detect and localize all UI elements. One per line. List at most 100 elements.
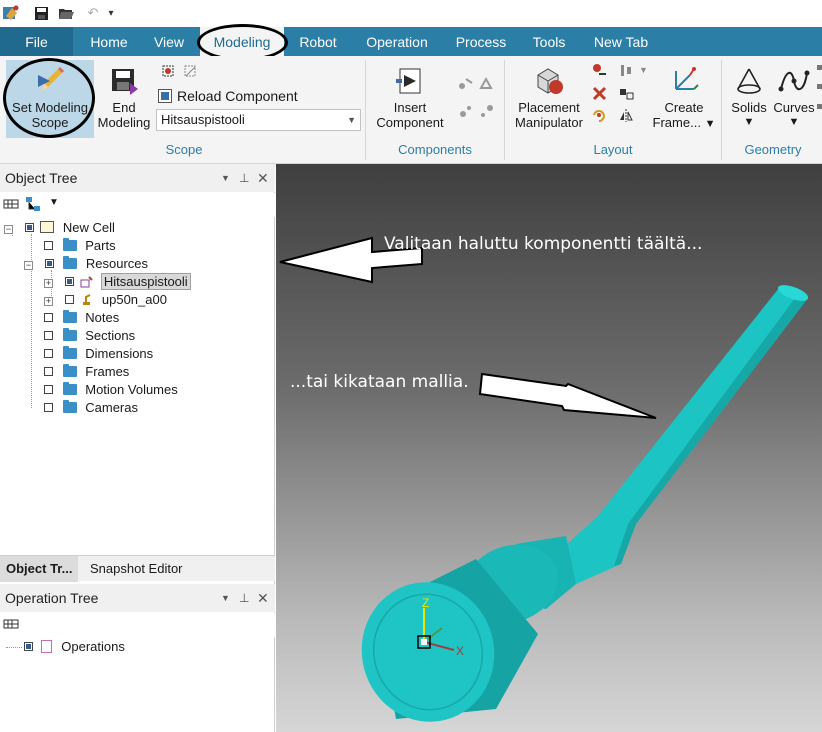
tab-modeling[interactable]: Modeling [200,27,284,56]
expand-icon[interactable]: + [44,297,53,306]
folder-icon [62,328,77,341]
align-icon[interactable] [618,62,635,79]
reload-component-button[interactable]: Reload Component [158,87,298,105]
visibility-checkbox[interactable] [44,367,53,376]
save-icon[interactable] [32,4,50,22]
insert-component-button[interactable]: Insert Component [368,62,452,130]
customize-icon[interactable]: ▾ [102,4,120,22]
select-component-icon[interactable] [160,63,177,80]
tab-robot[interactable]: Robot [290,27,346,56]
tree-filter-icon[interactable] [3,616,19,635]
visibility-checkbox[interactable] [44,241,53,250]
create-frame-label-2-text: Frame... [652,115,701,130]
tree-node-notes[interactable]: Notes [44,309,119,327]
solids-label: Solids [731,100,767,115]
ribbon-tabs: File Home View Modeling Robot Operation … [0,27,822,56]
tab-home[interactable]: Home [80,27,138,56]
tab-snapshot-editor[interactable]: Snapshot Editor [84,556,189,582]
visibility-checkbox[interactable] [44,313,53,322]
visibility-checkbox[interactable] [44,349,53,358]
tab-new-tab[interactable]: New Tab [584,27,658,56]
tab-view[interactable]: View [144,27,194,56]
graphic-viewer[interactable]: Valitaan haluttu komponentti täältä... .… [276,164,822,732]
component-tool-icon[interactable] [457,103,474,120]
tree-view-icon[interactable] [25,196,41,215]
cone-icon [726,62,772,100]
unselect-component-icon[interactable] [182,63,199,80]
end-modeling-icon [94,62,154,100]
close-icon[interactable]: ✕ [257,584,269,612]
tree-connector [6,647,22,648]
quick-access-toolbar: ↶ ▾ [0,0,822,27]
placement-manipulator-button[interactable]: Placement Manipulator [508,62,590,130]
tree-node-hitsauspistooli[interactable]: + Hitsauspistooli [44,273,191,291]
tree-node-cameras[interactable]: Cameras [44,399,138,417]
curves-button[interactable]: Curves ▼ [772,62,816,130]
relocate-icon[interactable] [591,62,608,79]
ribbon: Set Modeling Scope End Modeling Reload C… [0,56,822,164]
tree-node-parts[interactable]: Parts [44,237,116,255]
object-tree-toolbar: ▼ [0,193,275,217]
app-logo-icon[interactable] [2,4,20,22]
chevron-down-icon[interactable]: ▼ [221,164,230,192]
visibility-checkbox[interactable] [44,385,53,394]
tree-node-up50n-a00[interactable]: + up50n_a00 [44,291,167,309]
chevron-down-icon[interactable]: ▼ [639,65,648,75]
open-icon[interactable] [57,4,75,22]
end-modeling-label-1: End [112,100,136,115]
create-frame-button[interactable]: Create Frame... ▼ [650,62,718,132]
component-select[interactable]: Hitsauspistooli ▼ [156,109,361,131]
tab-tools[interactable]: Tools [522,27,576,56]
mirror-icon[interactable] [618,107,635,124]
visibility-checkbox[interactable] [24,642,33,651]
tree-node-frames[interactable]: Frames [44,363,129,381]
rotate-icon[interactable] [591,107,608,124]
solids-button[interactable]: Solids ▼ [726,62,772,130]
visibility-checkbox[interactable] [64,295,74,304]
callout-arrow-2 [478,372,657,419]
chevron-down-icon: ▼ [788,116,800,128]
pin-icon[interactable]: ⊥ [239,164,249,192]
delete-x-icon[interactable] [591,85,608,102]
component-tool-icon[interactable] [478,103,495,120]
chevron-down-icon: ▼ [347,115,356,125]
object-tree-title: Object Tree [5,170,78,186]
visibility-checkbox[interactable] [44,331,53,340]
tab-object-tree[interactable]: Object Tr... [0,556,79,582]
chevron-down-icon[interactable]: ▼ [49,197,59,208]
component-tool-icon[interactable] [478,75,495,92]
panel-tabs: Object Tr... Snapshot Editor [0,555,275,582]
tab-operation[interactable]: Operation [356,27,438,56]
tree-node-dimensions[interactable]: Dimensions [44,345,153,363]
attach-icon[interactable] [618,85,635,102]
expand-icon[interactable]: + [44,279,53,288]
chevron-down-icon[interactable]: ▼ [221,584,230,612]
collapse-icon[interactable]: − [4,225,13,234]
visibility-checkbox[interactable] [44,403,53,412]
visibility-checkbox[interactable] [64,277,74,286]
overflow-icon[interactable] [816,64,822,109]
pin-icon[interactable]: ⊥ [239,584,249,612]
folder-icon [62,346,77,359]
tree-node-resources[interactable]: − Resources [24,255,148,273]
collapse-icon[interactable]: − [24,261,33,270]
undo-icon[interactable]: ↶ [84,4,102,22]
tree-node-sections[interactable]: Sections [44,327,135,345]
visibility-checkbox[interactable] [24,223,34,232]
group-separator [365,60,366,160]
tab-file[interactable]: File [0,27,73,56]
tree-node-new-cell[interactable]: − New Cell [4,219,115,237]
tree-label: up50n_a00 [101,292,167,307]
tree-filter-icon[interactable] [3,196,19,215]
pencil-scope-icon [6,62,94,100]
component-tool-icon[interactable] [457,75,474,92]
tab-process[interactable]: Process [448,27,514,56]
close-icon[interactable]: ✕ [257,164,269,192]
chevron-down-icon: ▼ [743,116,755,128]
end-modeling-button[interactable]: End Modeling [94,62,154,130]
tree-node-operations[interactable]: Operations [24,638,125,656]
tree-node-motion-volumes[interactable]: Motion Volumes [44,381,178,399]
operation-tree-header: Operation Tree ▼ ⊥ ✕ [0,584,275,612]
visibility-checkbox[interactable] [44,259,54,268]
placement-manipulator-label-2: Manipulator [515,115,583,130]
